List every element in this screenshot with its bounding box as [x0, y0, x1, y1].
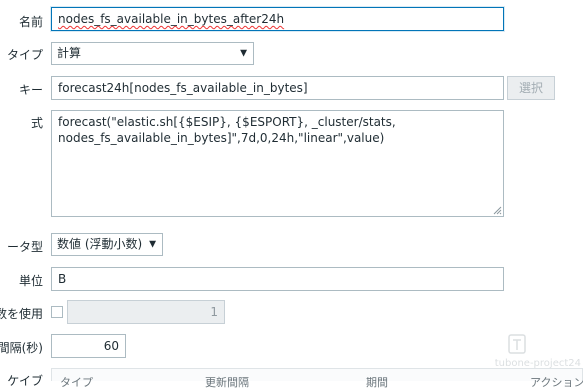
name-label: 名前	[18, 15, 43, 29]
multiplier-label: 数を使用	[0, 307, 43, 321]
select-button[interactable]: 選択	[507, 76, 555, 100]
column-header-type: タイプ	[60, 376, 93, 389]
column-header-actions: アクション	[530, 376, 583, 389]
key-input-value: forecast24h[nodes_fs_available_in_bytes]	[58, 81, 308, 95]
units-label: 単位	[18, 274, 43, 288]
resize-grip-icon[interactable]	[493, 206, 502, 215]
data-type-select[interactable]: 数値 (浮動小数) ▼	[51, 233, 163, 256]
interval-input[interactable]: 60	[51, 334, 126, 358]
type-select-value: 計算	[57, 46, 82, 60]
watermark: tubone-project24	[495, 333, 581, 373]
units-input-value: B	[58, 272, 67, 286]
data-type-select-value: 数値 (浮動小数)	[57, 237, 143, 251]
type-select[interactable]: 計算 ▼	[51, 42, 254, 65]
interval-input-value: 60	[103, 339, 119, 353]
watermark-logo-icon	[508, 334, 526, 354]
multiplier-checkbox[interactable]	[51, 306, 63, 318]
units-input[interactable]: B	[51, 267, 504, 291]
type-label: タイプ	[6, 48, 43, 62]
interval-label: 間隔(秒)	[0, 341, 43, 355]
key-label: キー	[18, 83, 43, 97]
select-button-label: 選択	[518, 81, 543, 95]
data-type-label: ータ型	[6, 240, 43, 254]
chevron-down-icon: ▼	[149, 239, 156, 249]
formula-line-2: nodes_fs_available_in_bytes]",7d,0,24h,"…	[58, 131, 385, 145]
formula-line-1: forecast("elastic.sh[{$ESIP}, {$ESPORT},…	[58, 115, 396, 129]
chevron-down-icon: ▼	[240, 48, 247, 58]
column-header-period: 期間	[366, 376, 388, 389]
multiplier-input-value: 1	[210, 305, 218, 319]
formula-textarea[interactable]: forecast("elastic.sh[{$ESIP}, {$ESPORT},…	[51, 110, 504, 217]
column-header-interval: 更新間隔	[205, 376, 249, 389]
table-header-strip	[51, 368, 583, 381]
formula-label: 式	[30, 116, 43, 130]
key-input[interactable]: forecast24h[nodes_fs_available_in_bytes]	[51, 76, 504, 100]
name-input[interactable]: nodes_fs_available_in_bytes_after24h	[51, 7, 504, 31]
multiplier-input[interactable]: 1	[67, 300, 225, 324]
name-input-value: nodes_fs_available_in_bytes_after24h	[58, 12, 285, 26]
